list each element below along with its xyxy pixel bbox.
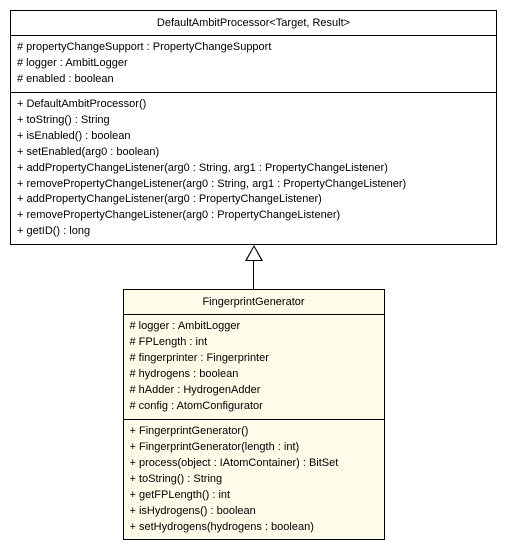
method-row: + FingerprintGenerator(length : int) — [130, 440, 378, 456]
method-row: + removePropertyChangeListener(arg0 : Pr… — [17, 208, 490, 224]
field-row: # fingerprinter : Fingerprinter — [130, 351, 378, 367]
field-row: # logger : AmbitLogger — [130, 319, 378, 335]
method-row: + setHydrogens(hydrogens : boolean) — [130, 520, 378, 536]
field-row: # enabled : boolean — [17, 72, 490, 88]
method-row: + addPropertyChangeListener(arg0 : Prope… — [17, 192, 490, 208]
field-row: # hydrogens : boolean — [130, 367, 378, 383]
parent-methods-section: + DefaultAmbitProcessor() + toString() :… — [11, 93, 496, 244]
method-row: + toString() : String — [130, 472, 378, 488]
field-row: # FPLength : int — [130, 335, 378, 351]
method-row: + FingerprintGenerator() — [130, 424, 378, 440]
child-class-box: FingerprintGenerator # logger : AmbitLog… — [123, 289, 385, 540]
method-row: + getFPLength() : int — [130, 488, 378, 504]
method-row: + isEnabled() : boolean — [17, 129, 490, 145]
child-class-name: FingerprintGenerator — [124, 290, 384, 315]
method-row: + isHydrogens() : boolean — [130, 504, 378, 520]
method-row: + addPropertyChangeListener(arg0 : Strin… — [17, 161, 490, 177]
field-row: # logger : AmbitLogger — [17, 56, 490, 72]
field-row: # hAdder : HydrogenAdder — [130, 383, 378, 399]
child-methods-section: + FingerprintGenerator() + FingerprintGe… — [124, 420, 384, 540]
method-row: + process(object : IAtomContainer) : Bit… — [130, 456, 378, 472]
parent-class-box: DefaultAmbitProcessor<Target, Result> # … — [10, 10, 497, 245]
field-row: # propertyChangeSupport : PropertyChange… — [17, 40, 490, 56]
child-fields-section: # logger : AmbitLogger # FPLength : int … — [124, 315, 384, 420]
inheritance-connector — [10, 245, 497, 289]
method-row: + removePropertyChangeListener(arg0 : St… — [17, 177, 490, 193]
method-row: + setEnabled(arg0 : boolean) — [17, 145, 490, 161]
field-row: # config : AtomConfigurator — [130, 399, 378, 415]
generalization-arrow-icon — [245, 245, 263, 261]
method-row: + DefaultAmbitProcessor() — [17, 97, 490, 113]
connector-line — [253, 261, 254, 289]
method-row: + toString() : String — [17, 113, 490, 129]
parent-fields-section: # propertyChangeSupport : PropertyChange… — [11, 36, 496, 93]
method-row: + getID() : long — [17, 224, 490, 240]
parent-class-name: DefaultAmbitProcessor<Target, Result> — [11, 11, 496, 36]
